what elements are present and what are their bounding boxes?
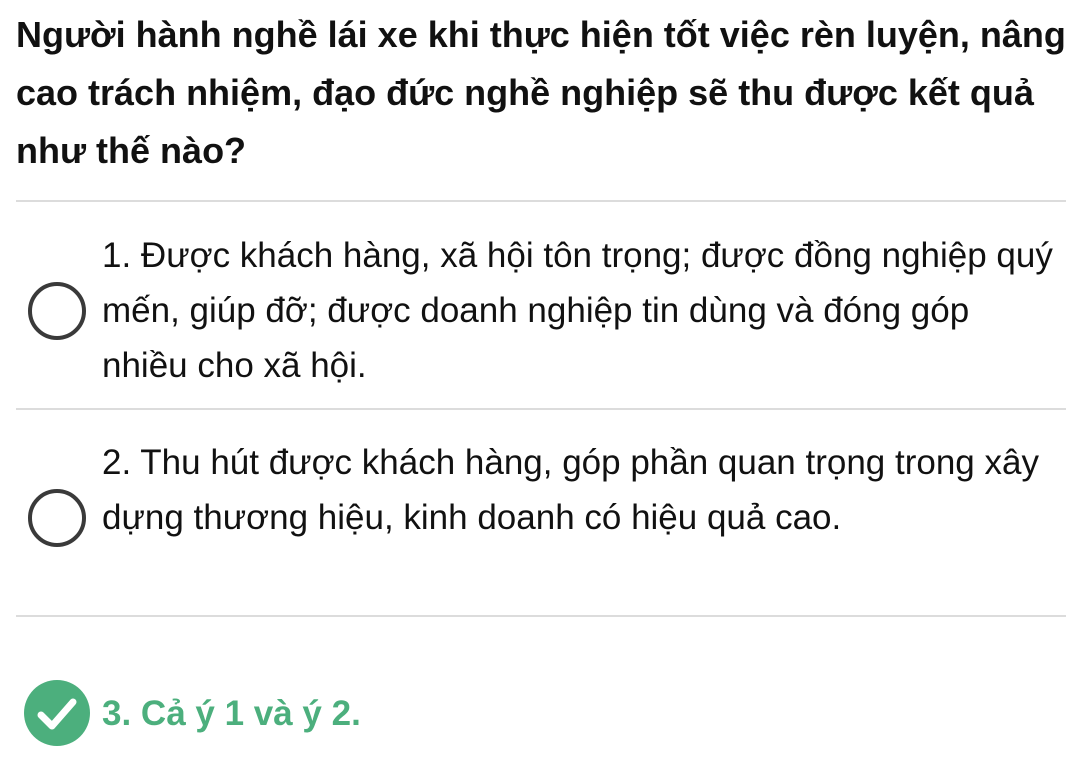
- answer-option-2[interactable]: 2. Thu hút được khách hàng, góp phần qua…: [16, 435, 1066, 600]
- answer-option-3[interactable]: 3. Cả ý 1 và ý 2.: [16, 678, 1066, 748]
- answer-option-1-text: 1. Được khách hàng, xã hội tôn trọng; đư…: [102, 236, 1053, 385]
- radio-empty-icon[interactable]: [28, 489, 86, 547]
- answer-option-3-text: 3. Cả ý 1 và ý 2.: [102, 694, 361, 733]
- answer-option-2-text: 2. Thu hút được khách hàng, góp phần qua…: [102, 443, 1039, 537]
- radio-empty-icon[interactable]: [28, 282, 86, 340]
- divider: [16, 408, 1066, 410]
- divider: [16, 200, 1066, 202]
- divider: [16, 615, 1066, 617]
- question-text: Người hành nghề lái xe khi thực hiện tốt…: [16, 14, 1066, 171]
- answer-option-1[interactable]: 1. Được khách hàng, xã hội tôn trọng; đư…: [16, 228, 1066, 393]
- check-circle-icon[interactable]: [24, 680, 90, 746]
